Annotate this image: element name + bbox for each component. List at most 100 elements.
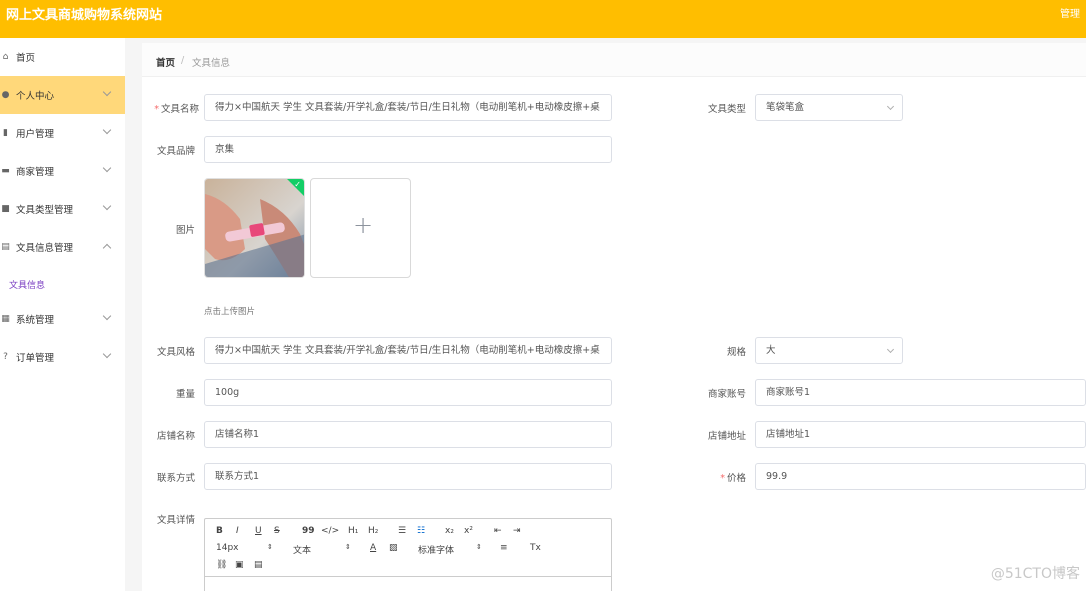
sidebar-item-stationery-info[interactable]: ▤ 文具信息管理	[0, 228, 125, 266]
type-select[interactable]: 笔袋笔盒	[755, 94, 903, 121]
price-label: * 价格	[720, 473, 746, 484]
spec-select[interactable]: 大	[755, 337, 903, 364]
font-family-select[interactable]: 标准字体	[418, 543, 454, 556]
style-input[interactable]: 得力×中国航天 学生 文具套装/开学礼盒/套装/节日/生日礼物（电动削笔机+电动…	[204, 337, 612, 364]
check-icon: ✓	[294, 180, 301, 189]
sidebar-item-home[interactable]: ⌂ 首页	[0, 38, 125, 76]
shop-address-label: 店铺地址	[707, 431, 746, 442]
chevron-updown-icon: ⇕	[476, 543, 482, 551]
chevron-up-icon	[102, 243, 112, 253]
merchant-input[interactable]: 商家账号1	[755, 379, 1086, 406]
font-size-select[interactable]: 14px	[216, 543, 239, 553]
rich-text-editor[interactable]: B I U S 99 </> H₁ H₂ ☰ ☷ x₂ x² ⇤ ⇥ 14px …	[204, 518, 612, 591]
font-color-button[interactable]: A	[370, 543, 376, 553]
site-title: 网上文具商城购物系统网站	[6, 8, 163, 23]
shop-address-input[interactable]: 店铺地址1	[755, 421, 1086, 448]
user-icon: ●	[1, 89, 10, 100]
superscript-button[interactable]: x²	[464, 526, 473, 536]
merchant-label: 商家账号	[707, 389, 746, 400]
submenu-item-stationery-info[interactable]: 文具信息	[9, 278, 45, 291]
sidebar-item-label: 首页	[16, 53, 36, 64]
link-button[interactable]: ⛓	[216, 560, 227, 570]
sidebar-item-users[interactable]: ▮ 用户管理	[0, 114, 125, 152]
code-button[interactable]: </>	[321, 526, 339, 536]
h1-button[interactable]: H₁	[348, 526, 358, 536]
sidebar-item-merchants[interactable]: ▬ 商家管理	[0, 152, 125, 190]
shop-icon: ▬	[1, 165, 10, 176]
quote-button[interactable]: 99	[302, 526, 315, 536]
chevron-down-icon	[102, 349, 112, 359]
h2-button[interactable]: H₂	[368, 526, 378, 536]
indent-button[interactable]: ⇥	[513, 526, 521, 536]
tag-icon: ■	[1, 203, 10, 214]
type-label: 文具类型	[707, 104, 746, 115]
breadcrumb-home[interactable]: 首页	[156, 55, 175, 69]
main-content: 首页 / 文具信息 * 文具名称 得力×中国航天 学生 文具套装/开学礼盒/套装/…	[142, 43, 1086, 591]
underline-button[interactable]: U	[255, 526, 262, 536]
bar-chart-icon: ▮	[3, 127, 8, 138]
editor-toolbar: B I U S 99 </> H₁ H₂ ☰ ☷ x₂ x² ⇤ ⇥ 14px …	[205, 519, 611, 577]
watermark: @51CTO博客	[990, 566, 1080, 582]
chevron-down-icon	[886, 345, 895, 354]
chevron-down-icon	[102, 125, 112, 135]
sidebar-item-label: 系统管理	[16, 315, 55, 326]
name-label: * 文具名称	[154, 104, 199, 115]
spec-label: 规格	[726, 347, 746, 358]
shop-name-input[interactable]: 店铺名称1	[204, 421, 612, 448]
bold-button[interactable]: B	[216, 526, 223, 536]
outdent-button[interactable]: ⇤	[494, 526, 502, 536]
ordered-list-button[interactable]: ☰	[398, 526, 406, 536]
breadcrumb-separator: /	[181, 55, 185, 66]
align-button[interactable]: ≡	[500, 543, 508, 553]
upload-add-button[interactable]: +	[310, 178, 411, 278]
name-input[interactable]: 得力×中国航天 学生 文具套装/开学礼盒/套装/节日/生日礼物（电动削笔机+电动…	[204, 94, 612, 121]
grid-icon: ▦	[1, 313, 10, 324]
home-icon: ⌂	[2, 51, 9, 62]
bullet-list-button[interactable]: ☷	[417, 526, 425, 536]
detail-label: 文具详情	[156, 515, 195, 526]
strike-button[interactable]: S	[274, 526, 280, 536]
chevron-down-icon	[102, 201, 112, 211]
type-select-value: 笔袋笔盒	[766, 102, 805, 113]
breadcrumb-current: 文具信息	[192, 58, 231, 69]
chevron-down-icon	[886, 102, 895, 111]
italic-button[interactable]: I	[236, 526, 239, 536]
chevron-down-icon	[102, 87, 112, 97]
product-image[interactable]: ✓	[204, 178, 305, 278]
spec-select-value: 大	[766, 345, 776, 356]
price-input[interactable]: 99.9	[755, 463, 1086, 490]
chevron-updown-icon: ⇕	[267, 543, 273, 551]
style-label: 文具风格	[156, 347, 195, 358]
image-label: 图片	[175, 225, 195, 236]
sidebar-item-system[interactable]: ▦ 系统管理	[0, 300, 125, 338]
sidebar-item-personal[interactable]: ● 个人中心	[0, 76, 125, 114]
video-button[interactable]: ▤	[254, 560, 263, 570]
sidebar-item-label: 个人中心	[16, 91, 55, 102]
subscript-button[interactable]: x₂	[445, 526, 454, 536]
sidebar-item-label: 用户管理	[16, 129, 55, 140]
contact-label: 联系方式	[156, 473, 195, 484]
weight-input[interactable]: 100g	[204, 379, 612, 406]
sidebar-item-stationery-types[interactable]: ■ 文具类型管理	[0, 190, 125, 228]
chevron-down-icon	[102, 163, 112, 173]
chevron-updown-icon: ⇕	[345, 543, 351, 551]
shop-name-label: 店铺名称	[156, 431, 195, 442]
sidebar-item-orders[interactable]: ? 订单管理	[0, 338, 125, 376]
admin-link[interactable]: 管理	[1060, 5, 1080, 20]
brand-input[interactable]: 京集	[204, 136, 612, 163]
breadcrumb: 首页 / 文具信息	[142, 43, 1086, 77]
sidebar-item-label: 文具类型管理	[16, 205, 74, 216]
top-header: 网上文具商城购物系统网站 管理	[0, 0, 1086, 38]
weight-label: 重量	[175, 389, 195, 400]
help-icon: ?	[3, 351, 8, 362]
brand-label: 文具品牌	[156, 146, 195, 157]
image-button[interactable]: ▣	[235, 560, 244, 570]
contact-input[interactable]: 联系方式1	[204, 463, 612, 490]
background-color-button[interactable]: ▨	[389, 543, 398, 553]
product-photo	[205, 179, 304, 277]
clear-format-button[interactable]: Tx	[530, 543, 541, 553]
text-style-select[interactable]: 文本	[293, 543, 311, 556]
sidebar: ⌂ 首页 ● 个人中心 ▮ 用户管理 ▬ 商家管理 ■ 文具类型管理 ▤ 文具信…	[0, 38, 125, 591]
sidebar-item-label: 订单管理	[16, 353, 55, 364]
document-icon: ▤	[1, 241, 10, 252]
